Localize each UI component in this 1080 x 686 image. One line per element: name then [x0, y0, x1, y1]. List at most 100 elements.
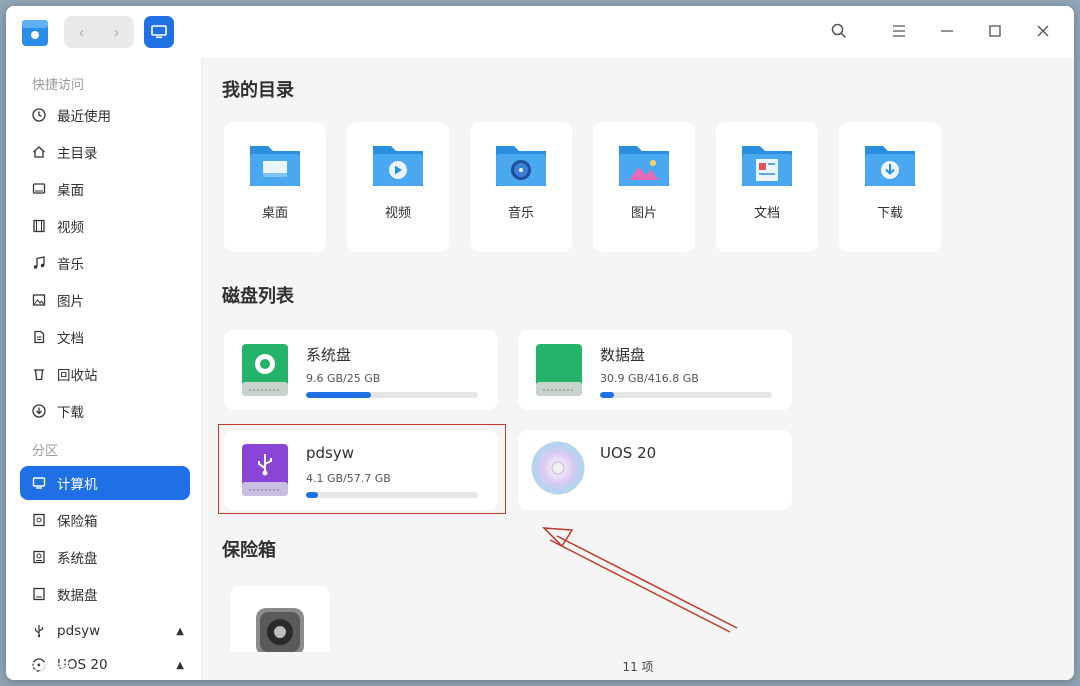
folder-card-downloads[interactable]: 下载 [839, 122, 941, 252]
sidebar-item-label: 主目录 [57, 146, 98, 162]
sidebar-item-computer[interactable]: 计算机 [20, 466, 190, 500]
folder-card-music[interactable]: 音乐 [470, 122, 572, 252]
computer-view-button[interactable] [144, 16, 174, 48]
sidebar-item-pictures[interactable]: 图片 [20, 283, 190, 317]
sidebar-item-label: 图片 [57, 294, 84, 310]
folder-card-video[interactable]: 视频 [347, 122, 449, 252]
sidebar-item-label: 下载 [57, 405, 84, 421]
disk-name: UOS 20 [600, 444, 657, 462]
folder-card-desktop[interactable]: 桌面 [224, 122, 326, 252]
folder-label: 下载 [876, 206, 903, 221]
trash-icon [30, 365, 48, 383]
folder-label: 音乐 [507, 206, 534, 221]
folder-card-documents[interactable]: 文档 [716, 122, 818, 252]
system-disk-icon [242, 344, 288, 396]
minimize-icon[interactable] [936, 20, 958, 42]
item-count: 11 项 [622, 659, 654, 674]
home-icon [30, 143, 48, 161]
my-directories-title: 我的目录 [222, 80, 294, 101]
folder-label: 图片 [630, 206, 657, 221]
partition-heading: 分区 [32, 444, 59, 459]
usb-icon [30, 622, 48, 640]
vault-title: 保险箱 [222, 540, 276, 561]
watermark: 人民看镜 [6, 660, 71, 679]
desktop-folder-icon [250, 146, 300, 186]
sidebar-item-label: 回收站 [57, 368, 98, 384]
disk-icon [30, 548, 48, 566]
folder-card-pictures[interactable]: 图片 [593, 122, 695, 252]
sidebar-item-data-disk[interactable]: 数据盘 [20, 577, 190, 611]
sidebar-item-label: 数据盘 [57, 588, 98, 604]
download-icon [30, 402, 48, 420]
search-icon[interactable] [828, 20, 850, 42]
menu-icon[interactable] [888, 20, 910, 42]
annotation-arrow-icon [542, 527, 738, 633]
vault-icon [30, 511, 48, 529]
sidebar-item-label: 音乐 [57, 257, 84, 273]
sidebar-item-label: 计算机 [57, 477, 98, 493]
navigation-buttons: ‹ › [64, 16, 134, 48]
sidebar-item-system-disk[interactable]: 系统盘 [20, 540, 190, 574]
computer-icon [30, 474, 48, 492]
sidebar-item-label: pdsyw [57, 623, 101, 639]
forward-button[interactable]: › [99, 16, 134, 48]
sidebar: 快捷访问 最近使用 主目录 桌面 视频 音乐 图片 文档 回收站 下载 分区 计… [6, 58, 202, 680]
status-bar: 11 项 [202, 652, 1074, 680]
sidebar-item-home[interactable]: 主目录 [20, 135, 190, 169]
folder-label: 文档 [753, 206, 780, 221]
sidebar-item-label: 最近使用 [57, 109, 111, 125]
sidebar-item-label: 保险箱 [57, 514, 98, 530]
sidebar-item-label: 文档 [57, 331, 84, 347]
disk-name: 数据盘 [600, 346, 646, 364]
sidebar-item-music[interactable]: 音乐 [20, 246, 190, 280]
app-logo-icon[interactable] [20, 16, 50, 48]
disk-usage-fill [600, 392, 614, 398]
disk-card-uos20[interactable]: UOS 20 [518, 430, 792, 510]
disk-list-title: 磁盘列表 [222, 286, 294, 307]
main-content: 我的目录 桌面 视频 音乐 图片 文档 下载 磁盘列表 系统盘 9.6 GB/2… [202, 58, 1074, 680]
data-disk-icon [536, 344, 582, 396]
music-folder-icon [496, 146, 546, 186]
disk-usage-fill [306, 392, 372, 398]
document-icon [30, 328, 48, 346]
disk-icon [30, 585, 48, 603]
sidebar-item-pdsyw[interactable]: pdsyw ▲ [20, 614, 190, 648]
video-folder-icon [373, 146, 423, 186]
safe-icon [256, 608, 304, 656]
close-icon[interactable] [1032, 20, 1054, 42]
titlebar: ‹ › [6, 6, 1074, 58]
disk-card-system[interactable]: 系统盘 9.6 GB/25 GB [224, 330, 498, 410]
optical-disc-icon [531, 441, 585, 495]
highlight-annotation-box [218, 424, 506, 514]
disk-usage-bar [306, 392, 478, 398]
sidebar-item-recent[interactable]: 最近使用 [20, 98, 190, 132]
eject-icon[interactable]: ▲ [176, 626, 184, 637]
sidebar-item-label: 桌面 [57, 183, 84, 199]
folder-label: 桌面 [261, 206, 288, 221]
clock-icon [30, 106, 48, 124]
sidebar-item-video[interactable]: 视频 [20, 209, 190, 243]
sidebar-item-documents[interactable]: 文档 [20, 320, 190, 354]
desktop-icon [30, 180, 48, 198]
disk-name: 系统盘 [306, 346, 352, 364]
disk-size: 9.6 GB/25 GB [306, 372, 381, 385]
sidebar-item-downloads[interactable]: 下载 [20, 394, 190, 428]
sidebar-item-vault[interactable]: 保险箱 [20, 503, 190, 537]
back-button[interactable]: ‹ [64, 16, 99, 48]
sidebar-item-trash[interactable]: 回收站 [20, 357, 190, 391]
maximize-icon[interactable] [984, 20, 1006, 42]
picture-folder-icon [619, 146, 669, 186]
disk-usage-bar [600, 392, 772, 398]
quick-access-heading: 快捷访问 [32, 78, 85, 93]
picture-icon [30, 291, 48, 309]
eject-icon[interactable]: ▲ [176, 660, 184, 671]
document-folder-icon [742, 146, 792, 186]
music-icon [30, 254, 48, 272]
download-folder-icon [865, 146, 915, 186]
sidebar-item-desktop[interactable]: 桌面 [20, 172, 190, 206]
disk-card-data[interactable]: 数据盘 30.9 GB/416.8 GB [518, 330, 792, 410]
sidebar-item-label: 系统盘 [57, 551, 98, 567]
sidebar-item-label: 视频 [57, 220, 84, 236]
monitor-icon [151, 25, 167, 39]
file-manager-window: ‹ › 快捷访问 最近使用 主目录 桌面 视频 音乐 图片 文档 回收站 下载 … [6, 6, 1074, 680]
